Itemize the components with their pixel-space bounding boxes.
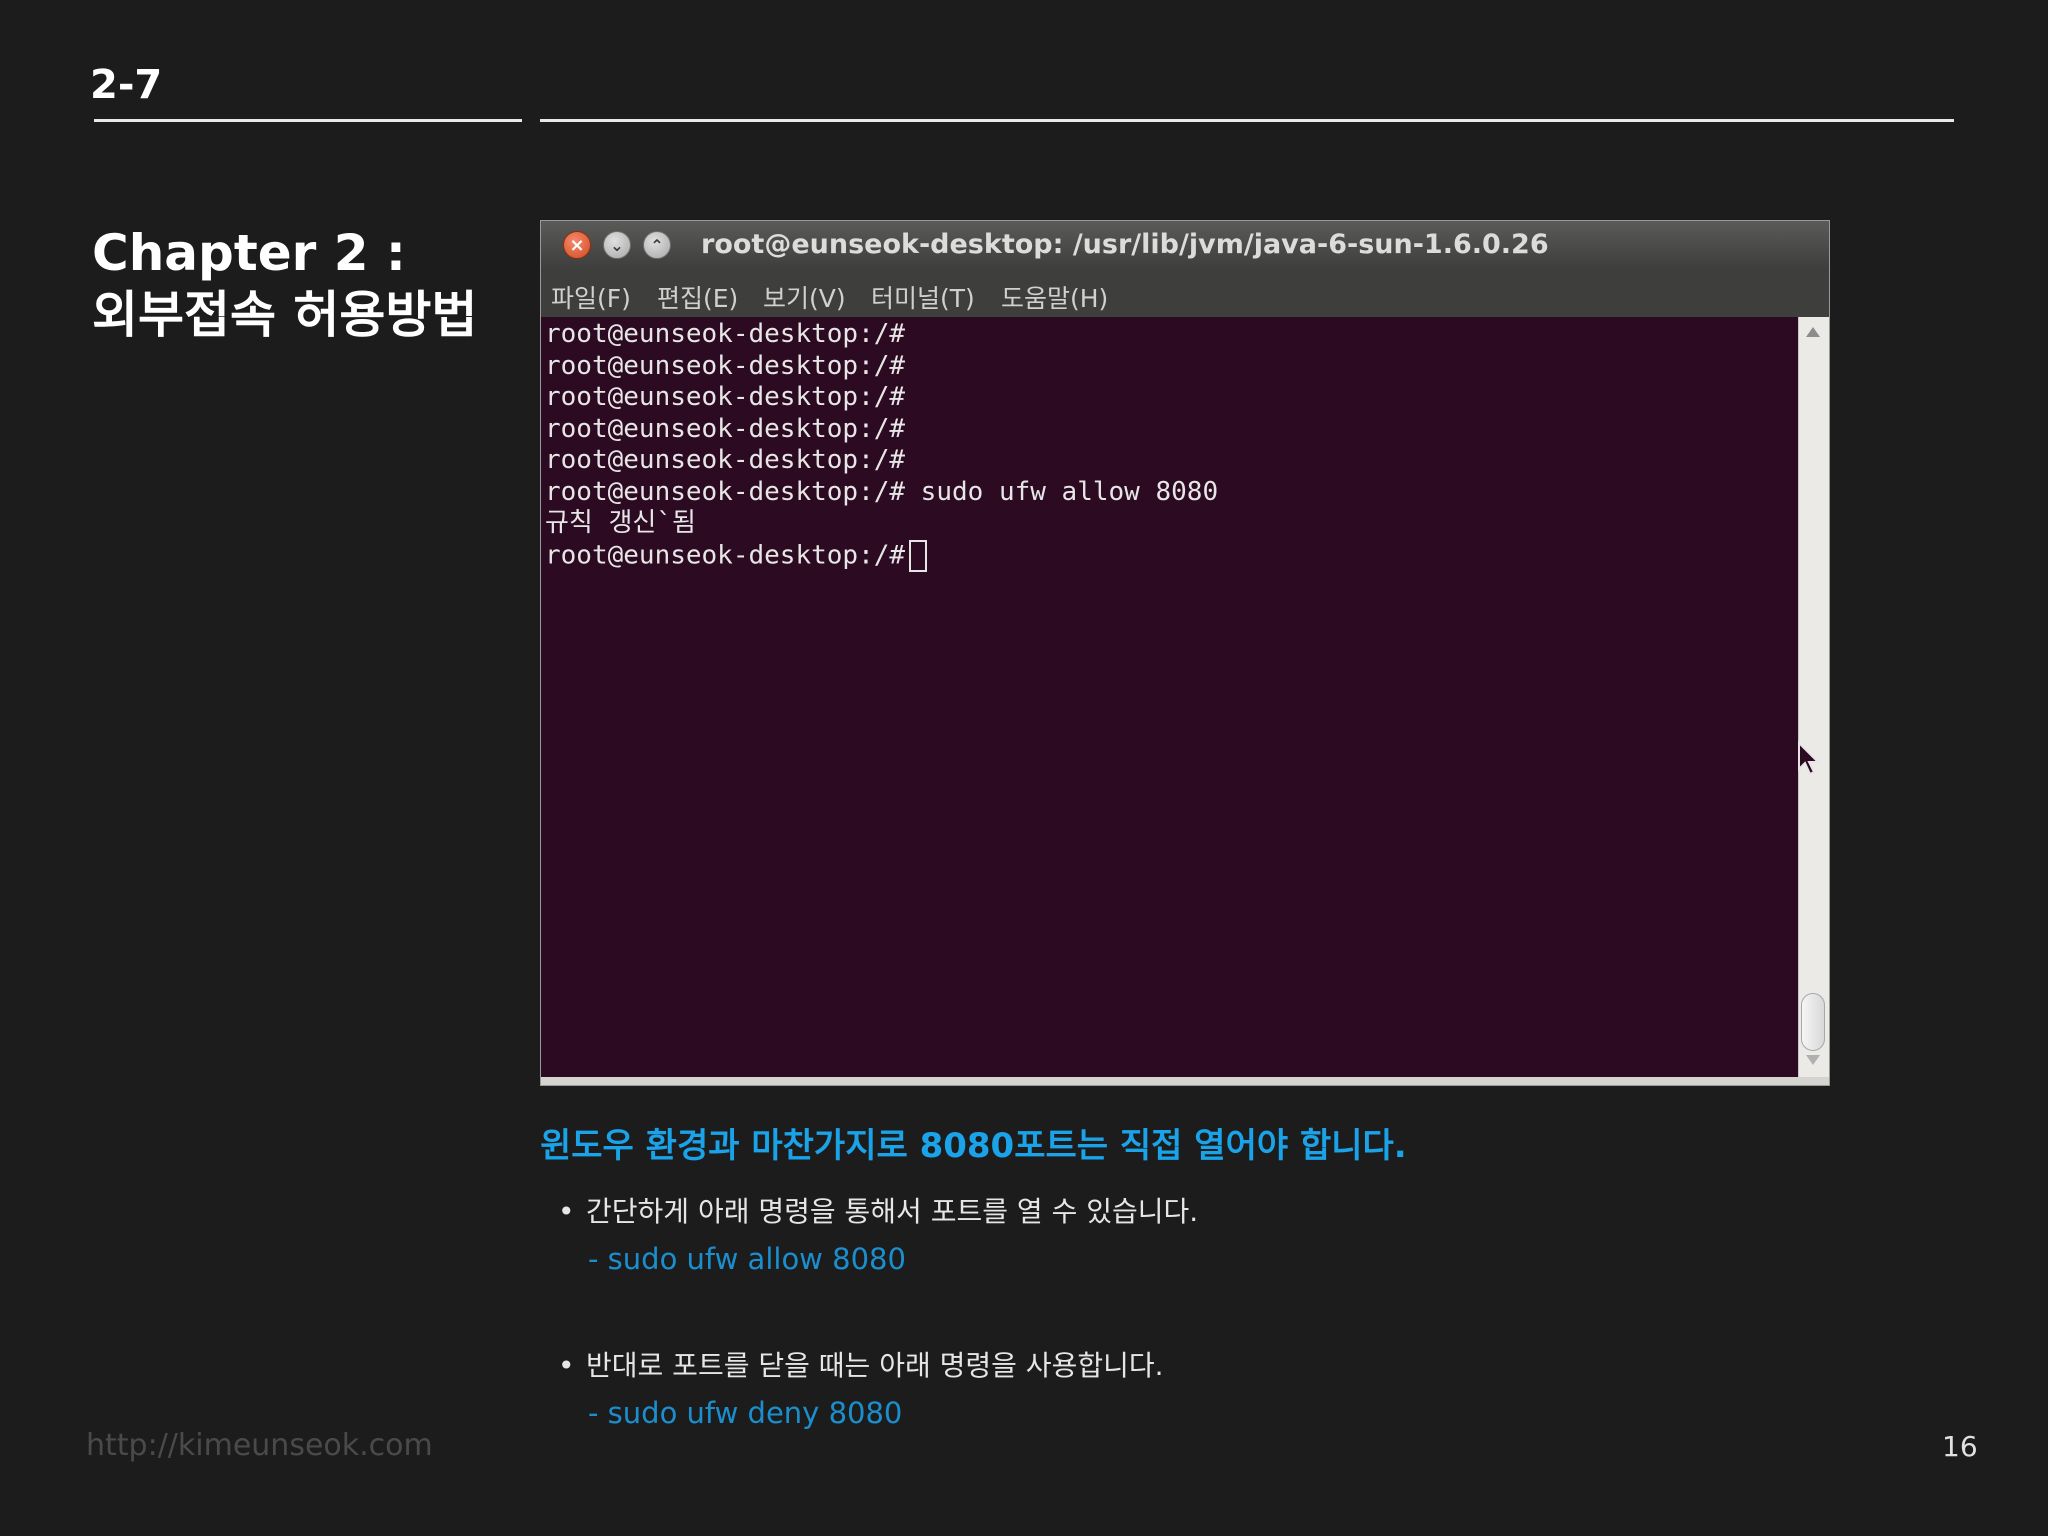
terminal-screen[interactable]: root@eunseok-desktop:/# root@eunseok-des… bbox=[545, 319, 1799, 1077]
terminal-menubar: 파일(F) 편집(E) 보기(V) 터미널(T) 도움말(H) bbox=[541, 269, 1829, 317]
minimize-icon[interactable]: ⌄ bbox=[603, 231, 631, 259]
bullet-dot: • bbox=[558, 1195, 575, 1228]
terminal-line: 규칙 갱신`됨 bbox=[545, 508, 696, 538]
scroll-down-icon[interactable] bbox=[1806, 1055, 1820, 1065]
headline: 윈도우 환경과 마찬가지로 8080포트는 직접 열어야 합니다. bbox=[540, 1126, 1407, 1166]
footer-url[interactable]: http://kimeunseok.com bbox=[86, 1428, 433, 1463]
chapter-title-line2: 외부접속 허용방법 bbox=[92, 286, 478, 344]
terminal-line: root@eunseok-desktop:/# bbox=[545, 413, 906, 444]
bullet-dot: • bbox=[558, 1349, 575, 1382]
header-rule-left bbox=[94, 119, 522, 122]
page-number: 16 bbox=[1942, 1430, 1978, 1463]
chapter-title-line1: Chapter 2 : bbox=[92, 224, 406, 282]
menu-terminal[interactable]: 터미널(T) bbox=[871, 279, 975, 315]
window-title: root@eunseok-desktop: /usr/lib/jvm/java-… bbox=[701, 229, 1549, 260]
menu-file[interactable]: 파일(F) bbox=[551, 279, 631, 315]
header-rule-right bbox=[540, 119, 1954, 122]
close-icon[interactable]: × bbox=[563, 231, 591, 259]
terminal-line: root@eunseok-desktop:/# bbox=[545, 350, 906, 381]
terminal-bottom-edge bbox=[541, 1077, 1829, 1085]
bullet-item: • 반대로 포트를 닫을 때는 아래 명령을 사용합니다. bbox=[558, 1344, 1164, 1384]
bullet-command: - sudo ufw allow 8080 bbox=[588, 1242, 906, 1276]
terminal-prompt: root@eunseok-desktop:/# bbox=[545, 540, 906, 570]
bullet-item: • 간단하게 아래 명령을 통해서 포트를 열 수 있습니다. bbox=[558, 1190, 1198, 1230]
terminal-prompt-line: root@eunseok-desktop:/# bbox=[545, 539, 1799, 572]
terminal-line: root@eunseok-desktop:/# bbox=[545, 445, 906, 475]
terminal-titlebar[interactable]: × ⌄ ⌃ root@eunseok-desktop: /usr/lib/jvm… bbox=[541, 221, 1829, 269]
terminal-line: root@eunseok-desktop:/# sudo ufw allow 8… bbox=[545, 476, 1219, 507]
section-number: 2-7 bbox=[90, 62, 163, 108]
bullet-text: 간단하게 아래 명령을 통해서 포트를 열 수 있습니다. bbox=[586, 1195, 1199, 1228]
mouse-pointer-icon bbox=[1798, 741, 1821, 776]
scroll-up-icon[interactable] bbox=[1806, 327, 1820, 337]
terminal-line: root@eunseok-desktop:/# bbox=[545, 319, 906, 349]
terminal-window[interactable]: × ⌄ ⌃ root@eunseok-desktop: /usr/lib/jvm… bbox=[540, 220, 1830, 1086]
maximize-icon[interactable]: ⌃ bbox=[643, 231, 671, 259]
bullet-command: - sudo ufw deny 8080 bbox=[588, 1396, 903, 1430]
menu-view[interactable]: 보기(V) bbox=[763, 279, 846, 315]
terminal-scrollbar[interactable] bbox=[1798, 317, 1829, 1079]
chapter-title: Chapter 2 : 외부접속 허용방법 bbox=[92, 222, 477, 346]
terminal-cursor[interactable] bbox=[909, 539, 928, 572]
menu-edit[interactable]: 편집(E) bbox=[657, 279, 738, 315]
scrollbar-thumb[interactable] bbox=[1801, 993, 1825, 1051]
terminal-line: root@eunseok-desktop:/# bbox=[545, 382, 906, 412]
menu-help[interactable]: 도움말(H) bbox=[1001, 279, 1108, 315]
bullet-text: 반대로 포트를 닫을 때는 아래 명령을 사용합니다. bbox=[586, 1349, 1164, 1382]
